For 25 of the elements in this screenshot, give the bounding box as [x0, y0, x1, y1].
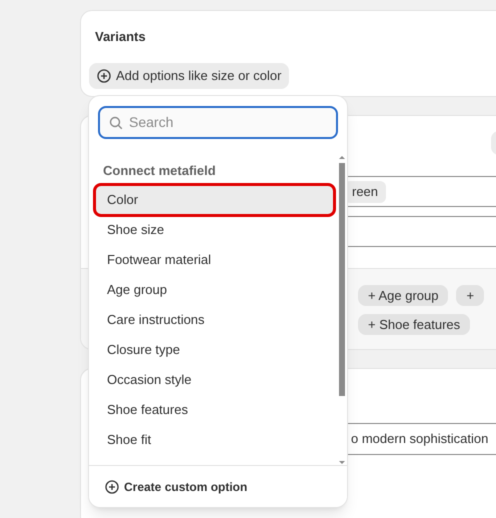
suggestion-chip[interactable]: + Shoe features — [358, 314, 470, 335]
option-item[interactable]: Shoe fit — [95, 425, 334, 455]
search-input[interactable]: Search — [129, 112, 327, 133]
option-item[interactable]: Age group — [95, 275, 334, 305]
field-value: o modern sophistication — [351, 430, 488, 448]
plus-circle-icon — [105, 480, 119, 494]
scrollbar-thumb[interactable] — [339, 163, 345, 396]
option-item[interactable]: Color — [95, 185, 334, 215]
add-options-button[interactable]: Add options like size or color — [89, 63, 290, 89]
plus-circle-icon — [97, 69, 111, 83]
scroll-down-arrow-icon[interactable] — [339, 460, 345, 465]
suggestion-chip[interactable]: + Age group — [358, 285, 448, 306]
option-item[interactable]: Footwear material — [95, 245, 334, 275]
search-field[interactable]: Search — [98, 106, 338, 139]
option-item[interactable]: Closure type — [95, 335, 334, 365]
create-custom-option-button[interactable]: Create custom option — [89, 465, 347, 507]
suggestion-chip[interactable]: + — [456, 285, 484, 306]
option-item[interactable]: Care instructions — [95, 305, 334, 335]
option-item[interactable]: Shoe features — [95, 395, 334, 425]
option-item[interactable]: Occasion style — [95, 365, 334, 395]
card-title: Variants — [95, 29, 146, 45]
option-item[interactable]: Shoe size — [95, 215, 334, 245]
section-heading: Connect metafield — [103, 163, 216, 179]
search-icon — [109, 116, 123, 130]
scroll-up-arrow-icon[interactable] — [339, 155, 345, 160]
